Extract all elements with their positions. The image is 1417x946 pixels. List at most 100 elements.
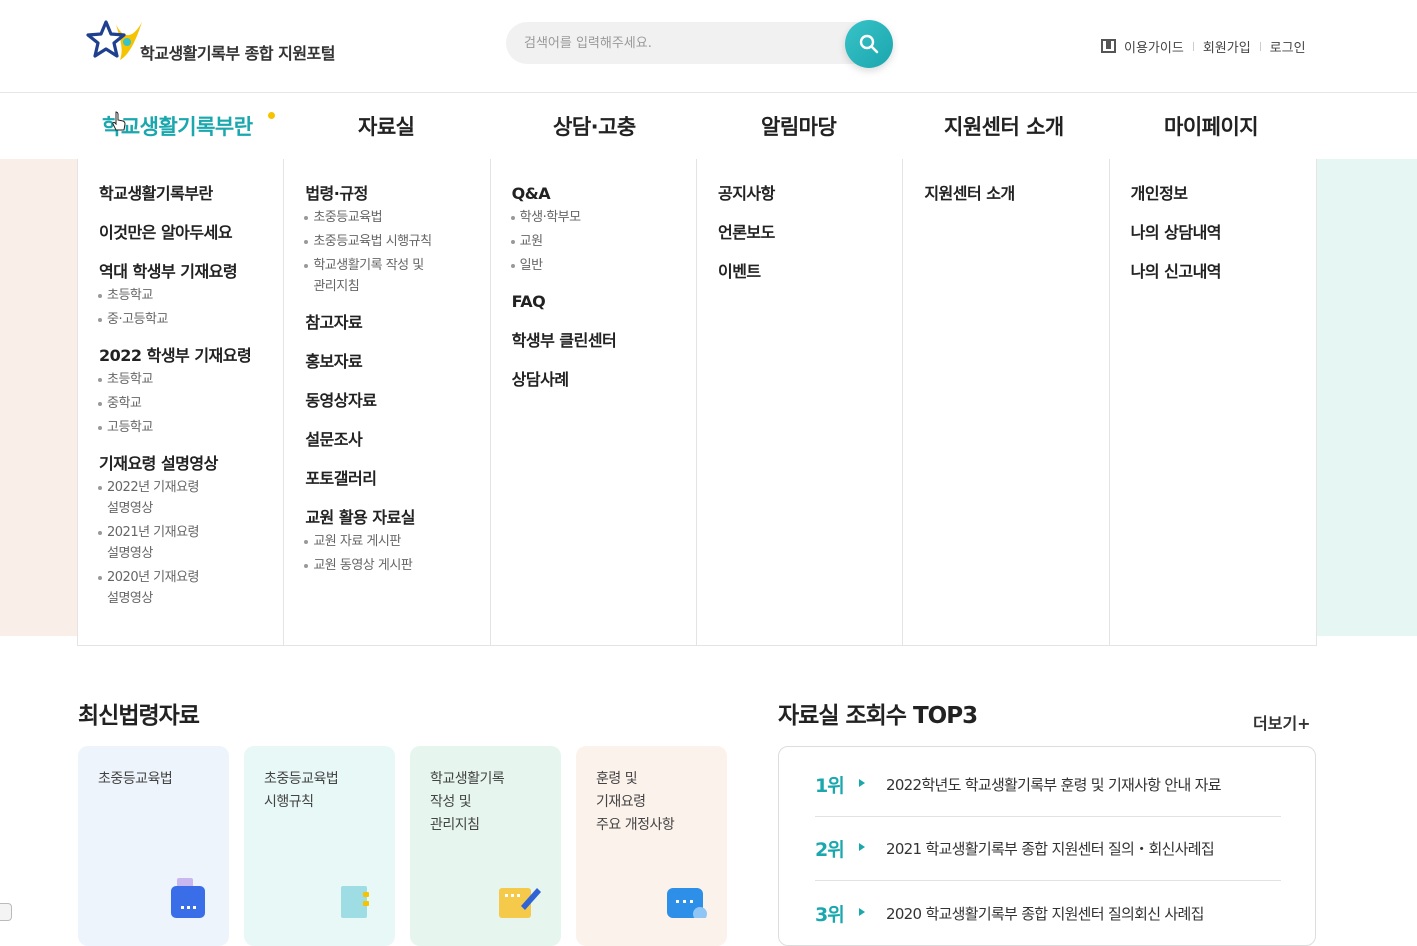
menu-column-library: 법령·규정 초중등교육법 초중등교육법 시행규칙 학교생활기록 작성 및 관리지… — [284, 159, 491, 645]
submenu-list: 학생·학부모 교원 일반 — [510, 207, 696, 276]
submenu-list: 2022년 기재요령 설명영상 2021년 기재요령 설명영상 2020년 기재… — [97, 477, 283, 609]
search-button[interactable] — [845, 20, 893, 68]
rank-title: 2021 학교생활기록부 종합 지원센터 질의・회신사례집 — [886, 840, 1215, 858]
scroll-top-button[interactable] — [0, 903, 12, 921]
menu-column-mypage: 개인정보 나의 상담내역 나의 신고내역 — [1110, 159, 1316, 645]
list-item[interactable]: 1위 2022학년도 학교생활기록부 훈령 및 기재사항 안내 자료 — [815, 753, 1281, 817]
submenu-list: 초등학교 중학교 고등학교 — [97, 369, 283, 438]
submenu-item[interactable]: 교원 — [510, 231, 696, 252]
search-input[interactable] — [524, 22, 834, 64]
gnb-item-mypage[interactable]: 마이페이지 — [1164, 111, 1259, 141]
menu-item[interactable]: 상담사례 — [512, 367, 696, 393]
law-card[interactable]: 훈령 및 기재요령 주요 개정사항 — [576, 746, 727, 946]
submenu-item[interactable]: 고등학교 — [97, 417, 283, 438]
submenu-list: 초중등교육법 초중등교육법 시행규칙 학교생활기록 작성 및 관리지침 — [304, 207, 489, 297]
menu-item[interactable]: 교원 활용 자료실 — [305, 505, 489, 531]
submenu-item[interactable]: 2021년 기재요령 설명영상 — [97, 522, 283, 564]
submenu-item[interactable]: 학생·학부모 — [510, 207, 696, 228]
menu-item[interactable]: 언론보도 — [718, 220, 902, 246]
book-icon — [171, 878, 205, 918]
note-pencil-icon — [499, 888, 541, 918]
play-arrow-icon — [859, 779, 865, 787]
gnb-item-about[interactable]: 지원센터 소개 — [944, 111, 1064, 141]
menu-item[interactable]: 참고자료 — [305, 310, 489, 336]
law-card[interactable]: 초중등교육법 시행규칙 — [244, 746, 395, 946]
rank-title: 2020 학교생활기록부 종합 지원센터 질의회신 사례집 — [886, 904, 1204, 923]
guide-link[interactable]: 이용가이드 — [1124, 37, 1184, 56]
top3-list: 1위 2022학년도 학교생활기록부 훈령 및 기재사항 안내 자료 2위 20… — [778, 746, 1316, 946]
play-arrow-icon — [859, 843, 865, 851]
signup-link[interactable]: 회원가입 — [1203, 37, 1251, 56]
site-logo[interactable]: 학교생활기록부 종합 지원포털 — [86, 18, 386, 68]
menu-item[interactable]: 나의 신고내역 — [1131, 259, 1316, 285]
menu-item[interactable]: 개인정보 — [1131, 181, 1316, 207]
list-item[interactable]: 3위 2020 학교생활기록부 종합 지원센터 질의회신 사례집 — [815, 881, 1281, 945]
menu-column-about: 지원센터 소개 — [903, 159, 1110, 645]
search-icon — [859, 34, 879, 54]
menu-item[interactable]: Q&A — [512, 181, 696, 207]
menu-item[interactable]: FAQ — [512, 289, 696, 315]
menu-item[interactable]: 홍보자료 — [305, 349, 489, 375]
list-item[interactable]: 2위 2021 학교생활기록부 종합 지원센터 질의・회신사례집 — [815, 817, 1281, 881]
menu-item[interactable]: 동영상자료 — [305, 388, 489, 414]
law-card[interactable]: 초중등교육법 — [78, 746, 229, 946]
menu-item[interactable]: 학생부 클린센터 — [512, 328, 696, 354]
gnb-item-library[interactable]: 자료실 — [358, 111, 415, 141]
site-header: 학교생활기록부 종합 지원포털 이용가이드 회원가입 로그인 — [0, 0, 1417, 93]
utility-links: 이용가이드 회원가입 로그인 — [1101, 37, 1306, 56]
top3-title: 자료실 조회수 TOP3 — [778, 703, 978, 729]
menu-item[interactable]: 설문조사 — [305, 427, 489, 453]
search-bar — [506, 22, 876, 64]
law-card-label: 학교생활기록 작성 및 관리지침 — [430, 771, 505, 833]
menu-item[interactable]: 역대 학생부 기재요령 — [99, 259, 283, 285]
menu-item[interactable]: 이벤트 — [718, 259, 902, 285]
gnb-item-notice[interactable]: 알림마당 — [761, 111, 837, 141]
submenu-item[interactable]: 2022년 기재요령 설명영상 — [97, 477, 283, 519]
menu-column-record: 학교생활기록부란 이것만은 알아두세요 역대 학생부 기재요령 초등학교 중·고… — [78, 159, 285, 645]
decor-band-left — [0, 159, 78, 636]
menu-item[interactable]: 공지사항 — [718, 181, 902, 207]
submenu-item[interactable]: 일반 — [510, 255, 696, 276]
latest-law-title: 최신법령자료 — [78, 703, 200, 729]
pointer-cursor-icon — [112, 111, 126, 131]
menu-item[interactable]: 포토갤러리 — [305, 466, 489, 492]
submenu-list: 교원 자료 게시판 교원 동영상 게시판 — [304, 531, 489, 576]
law-card-label: 초중등교육법 시행규칙 — [264, 771, 339, 810]
submenu-list: 초등학교 중·고등학교 — [97, 285, 283, 330]
law-card[interactable]: 학교생활기록 작성 및 관리지침 — [410, 746, 561, 946]
menu-item[interactable]: 지원센터 소개 — [924, 181, 1108, 207]
submenu-item[interactable]: 초중등교육법 시행규칙 — [304, 231, 489, 252]
submenu-item[interactable]: 교원 자료 게시판 — [304, 531, 489, 552]
submenu-item[interactable]: 중·고등학교 — [97, 309, 283, 330]
submenu-item[interactable]: 2020년 기재요령 설명영상 — [97, 567, 283, 609]
menu-column-notice: 공지사항 언론보도 이벤트 — [697, 159, 904, 645]
rank-number: 2위 — [815, 839, 845, 861]
submenu-item[interactable]: 중학교 — [97, 393, 283, 414]
law-card-label: 훈령 및 기재요령 주요 개정사항 — [596, 771, 675, 833]
menu-item[interactable]: 법령·규정 — [305, 181, 489, 207]
rank-number: 3위 — [815, 903, 845, 926]
submenu-item[interactable]: 초등학교 — [97, 369, 283, 390]
submenu-item[interactable]: 교원 동영상 게시판 — [304, 555, 489, 576]
submenu-item[interactable]: 초중등교육법 — [304, 207, 489, 228]
divider — [1192, 41, 1194, 51]
menu-item[interactable]: 이것만은 알아두세요 — [99, 220, 283, 246]
active-dot-icon — [268, 112, 275, 119]
submenu-item[interactable]: 초등학교 — [97, 285, 283, 306]
gnb-item-counsel[interactable]: 상담·고충 — [553, 111, 636, 141]
more-link[interactable]: 더보기+ — [1253, 710, 1311, 734]
submenu-item[interactable]: 학교생활기록 작성 및 관리지침 — [304, 255, 489, 297]
rank-title: 2022학년도 학교생활기록부 훈령 및 기재사항 안내 자료 — [886, 776, 1222, 794]
decor-band-right — [1316, 159, 1417, 636]
logo-title: 학교생활기록부 종합 지원포털 — [140, 44, 336, 63]
mega-menu: 학교생활기록부란 이것만은 알아두세요 역대 학생부 기재요령 초등학교 중·고… — [77, 159, 1317, 646]
login-link[interactable]: 로그인 — [1270, 37, 1306, 56]
menu-item[interactable]: 기재요령 설명영상 — [99, 451, 283, 477]
menu-column-counsel: Q&A 학생·학부모 교원 일반 FAQ 학생부 클린센터 상담사례 — [491, 159, 697, 645]
menu-item[interactable]: 나의 상담내역 — [1131, 220, 1316, 246]
menu-item[interactable]: 2022 학생부 기재요령 — [99, 343, 283, 369]
bookmark-icon — [1101, 39, 1116, 53]
divider — [1259, 41, 1261, 51]
menu-item[interactable]: 학교생활기록부란 — [99, 181, 283, 207]
folder-icon — [341, 886, 369, 918]
